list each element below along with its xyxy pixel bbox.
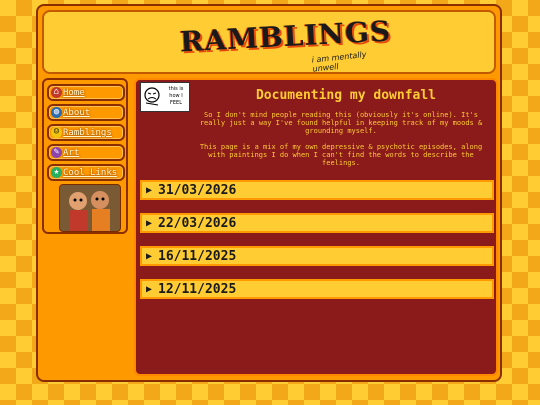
sidebar-nav: ⌂ Home ◍ About ☺ Ramblings ✎ Art ★ Cool … <box>42 78 128 234</box>
intro-paragraph-2: This page is a mix of my own depressive … <box>199 143 483 167</box>
sidebar-item-home[interactable]: ⌂ Home <box>47 84 125 101</box>
entry-date: 12/11/2025 <box>158 282 237 297</box>
logo-subtitle: i am mentally unwell <box>311 49 367 74</box>
triangle-right-icon: ▶ <box>146 185 153 196</box>
home-icon: ⌂ <box>51 87 62 98</box>
sidebar-item-label: About <box>63 108 91 118</box>
sidebar-item-label: Art <box>63 148 80 158</box>
badge-line: FEEL <box>170 100 182 106</box>
entry-toggle[interactable]: ▶ 22/03/2026 <box>140 213 494 233</box>
face-sketch-icon <box>144 87 160 106</box>
triangle-right-icon: ▶ <box>146 218 153 229</box>
star-icon: ★ <box>51 167 62 178</box>
palette-icon: ✎ <box>51 147 62 158</box>
globe-icon: ◍ <box>51 107 62 118</box>
intro-text: So I don't mind people reading this (obv… <box>196 111 486 167</box>
triangle-right-icon: ▶ <box>146 284 153 295</box>
triangle-right-icon: ▶ <box>146 251 153 262</box>
entry-toggle[interactable]: ▶ 12/11/2025 <box>140 279 494 299</box>
site-header: RAMBLINGS i am mentally unwell <box>42 10 496 74</box>
sidebar-item-label: Home <box>63 88 85 98</box>
entry-date: 22/03/2026 <box>158 216 237 231</box>
badge-line: how I <box>169 93 183 99</box>
smiley-icon: ☺ <box>51 127 62 138</box>
page-title: Documenting my downfall <box>255 88 436 103</box>
sidebar-item-about[interactable]: ◍ About <box>47 104 125 121</box>
entry-date: 31/03/2026 <box>158 183 237 198</box>
intro-paragraph-1: So I don't mind people reading this (obv… <box>199 111 483 135</box>
entry-date: 16/11/2025 <box>158 249 237 264</box>
entry-toggle[interactable]: ▶ 16/11/2025 <box>140 246 494 266</box>
badge-line: this is <box>168 86 184 92</box>
entry-toggle[interactable]: ▶ 31/03/2026 <box>140 180 494 200</box>
feel-badge: this is how I FEEL <box>140 82 190 112</box>
sidebar-item-cool-links[interactable]: ★ Cool Links <box>47 164 125 181</box>
sidebar-item-label: Cool Links <box>63 168 118 178</box>
badge-text: this is how I FEEL <box>163 86 189 107</box>
sidebar-item-art[interactable]: ✎ Art <box>47 144 125 161</box>
page-frame: RAMBLINGS i am mentally unwell ⌂ Home ◍ … <box>36 4 502 382</box>
sidebar-image <box>59 184 121 232</box>
site-logo[interactable]: RAMBLINGS i am mentally unwell <box>172 14 392 73</box>
sidebar-item-label: Ramblings <box>63 128 112 138</box>
main-content: this is how I FEEL Documenting my downfa… <box>134 78 498 376</box>
sidebar-item-ramblings[interactable]: ☺ Ramblings <box>47 124 125 141</box>
